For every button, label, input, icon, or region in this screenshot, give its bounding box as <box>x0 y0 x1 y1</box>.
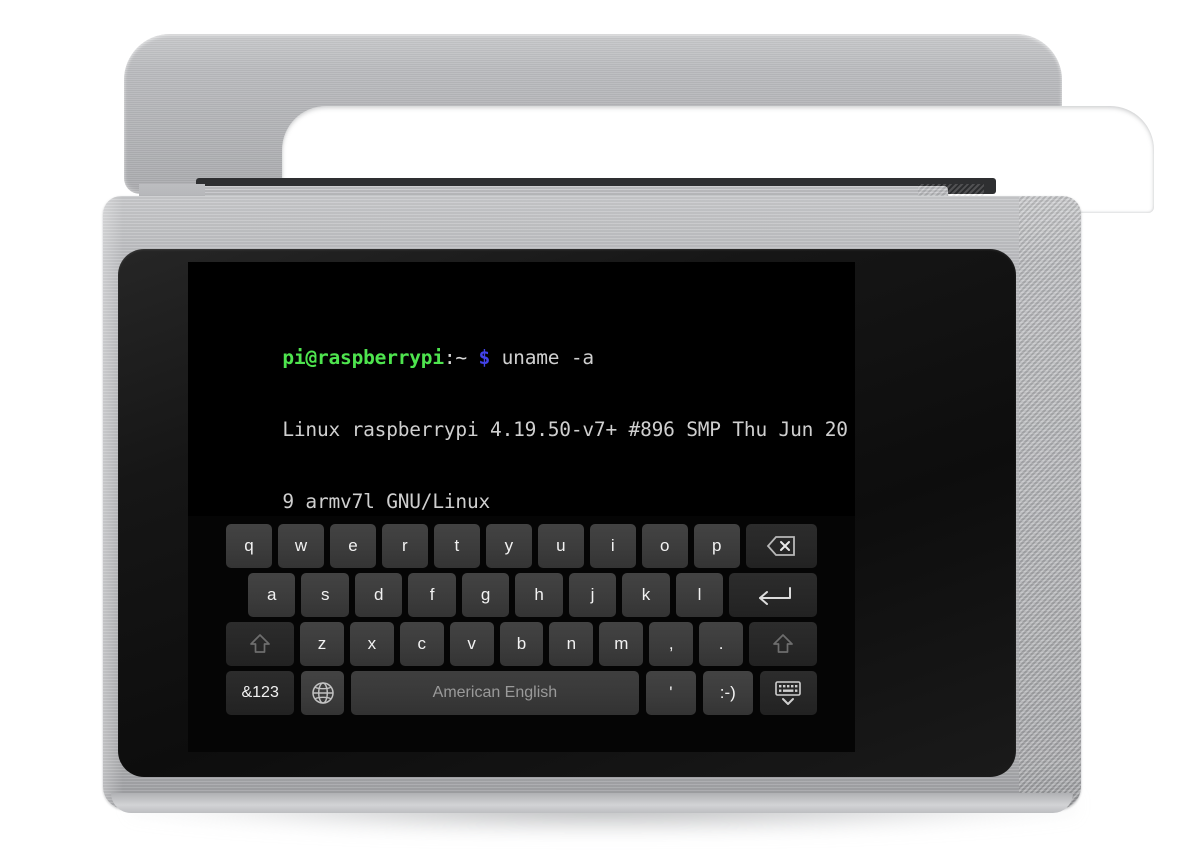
key-k[interactable]: k <box>622 573 670 617</box>
key-j[interactable]: j <box>568 573 617 617</box>
key-b[interactable]: b <box>499 622 544 666</box>
terminal-output-line-1: Linux raspberrypi 4.19.50-v7+ #896 SMP T… <box>282 418 848 441</box>
key-z[interactable]: z <box>300 622 344 666</box>
key-u[interactable]: u <box>537 524 584 568</box>
key-symbols[interactable]: &123 <box>226 671 295 715</box>
key-i[interactable]: i <box>589 524 636 568</box>
case-right-edge <box>1019 196 1081 809</box>
key-e[interactable]: e <box>329 524 376 568</box>
terminal-line: Linux raspberrypi 4.19.50-v7+ #896 SMP T… <box>190 394 855 441</box>
onscreen-keyboard[interactable]: q w e r t y u i o p a s d f g h j k l z … <box>188 516 855 752</box>
hide-keyboard-icon <box>771 679 805 707</box>
key-v[interactable]: v <box>449 622 494 666</box>
key-t[interactable]: t <box>433 524 480 568</box>
terminal-output-line-2: 9 armv7l GNU/Linux <box>282 490 491 513</box>
backspace-icon <box>766 535 796 557</box>
terminal-line: pi@raspberrypi:~ $ uname -a <box>190 322 855 369</box>
key-s[interactable]: s <box>301 573 349 617</box>
keyboard-row-shift: z x c v b n m , . <box>226 622 818 666</box>
key-h[interactable]: h <box>515 573 563 617</box>
key-r[interactable]: r <box>381 524 428 568</box>
key-emoji[interactable]: :-) <box>702 671 753 715</box>
key-hide-keyboard[interactable] <box>759 671 817 715</box>
key-backspace[interactable] <box>745 524 817 568</box>
keyboard-row-qwerty: q w e r t y u i o p <box>226 524 817 568</box>
prompt-user-host: pi@raspberrypi <box>282 346 444 369</box>
key-period[interactable]: . <box>699 622 744 666</box>
key-space[interactable]: American English <box>350 671 639 715</box>
globe-icon <box>310 680 336 706</box>
key-comma[interactable]: , <box>649 622 694 666</box>
device-handle <box>124 34 1154 213</box>
key-a[interactable]: a <box>248 573 296 617</box>
key-shift-left[interactable] <box>226 622 295 666</box>
shift-icon <box>771 632 795 656</box>
terminal-command: uname -a <box>501 346 595 369</box>
key-g[interactable]: g <box>461 573 510 617</box>
keyboard-row-home: a s d f g h j k l <box>226 573 818 617</box>
key-l[interactable]: l <box>675 573 724 617</box>
key-f[interactable]: f <box>408 573 456 617</box>
enter-icon <box>754 585 792 605</box>
key-y[interactable]: y <box>485 524 532 568</box>
shift-icon <box>248 632 272 656</box>
key-n[interactable]: n <box>549 622 594 666</box>
prompt-path: :~ <box>443 346 467 369</box>
keyboard-row-bottom: &123 American English ' :-) <box>226 671 817 715</box>
key-c[interactable]: c <box>399 622 444 666</box>
case-bottom-lip <box>111 793 1073 813</box>
key-shift-right[interactable] <box>749 622 818 666</box>
prompt-dollar: $ <box>478 346 491 369</box>
key-apostrophe[interactable]: ' <box>645 671 696 715</box>
key-enter[interactable] <box>729 573 818 617</box>
display-screen[interactable]: pi@raspberrypi:~ $ uname -a Linux raspbe… <box>188 262 855 752</box>
key-q[interactable]: q <box>226 524 272 568</box>
key-language-globe[interactable] <box>301 671 344 715</box>
screenshot-root: pi@raspberrypi:~ $ uname -a Linux raspbe… <box>0 0 1200 850</box>
key-x[interactable]: x <box>349 622 394 666</box>
key-p[interactable]: p <box>693 524 740 568</box>
terminal-line: 9 armv7l GNU/Linux <box>190 466 855 513</box>
key-o[interactable]: o <box>641 524 688 568</box>
key-w[interactable]: w <box>277 524 324 568</box>
key-m[interactable]: m <box>599 622 644 666</box>
key-d[interactable]: d <box>354 573 403 617</box>
